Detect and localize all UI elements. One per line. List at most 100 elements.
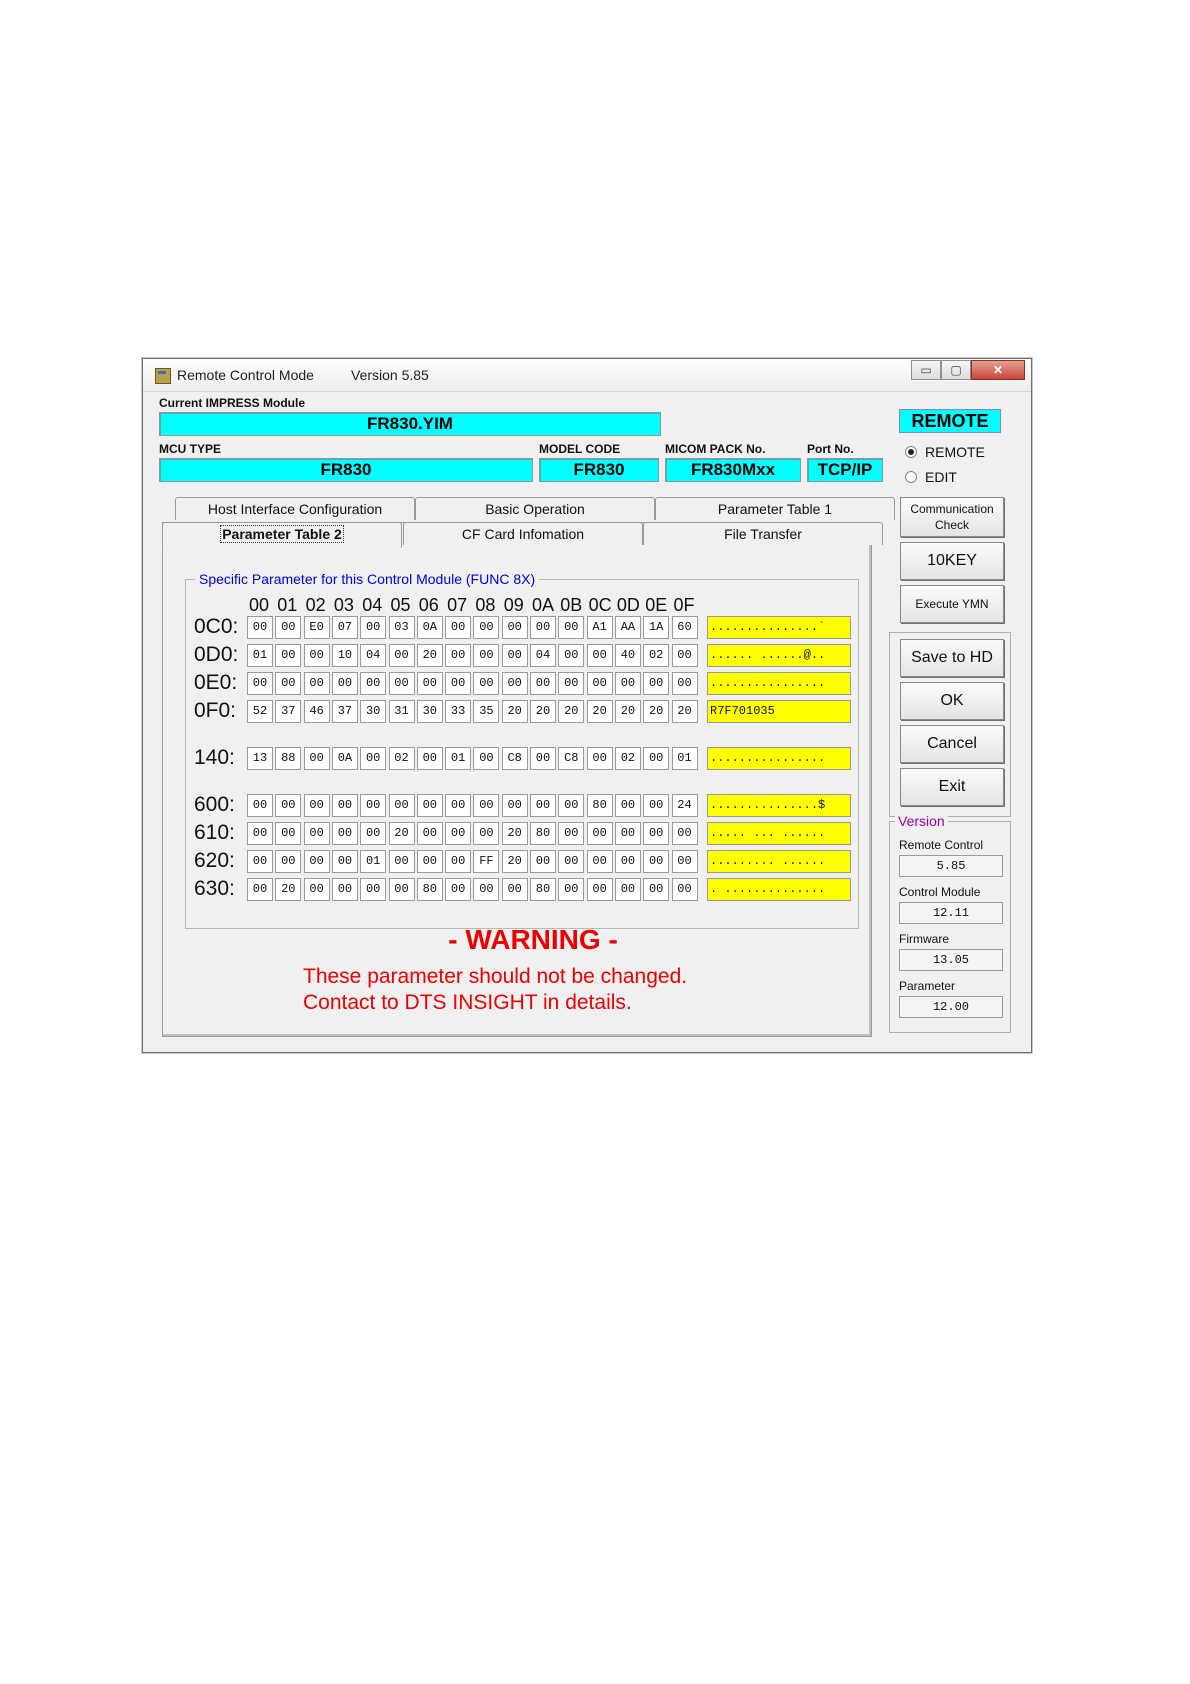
hex-cell[interactable]: 40 bbox=[614, 644, 641, 667]
hex-cell[interactable]: 00 bbox=[671, 672, 698, 695]
hex-cell[interactable]: 00 bbox=[558, 850, 585, 873]
hex-cell[interactable]: 00 bbox=[360, 747, 387, 770]
hex-cell[interactable]: 24 bbox=[671, 794, 698, 817]
hex-cell[interactable]: 00 bbox=[445, 644, 472, 667]
hex-cell[interactable]: 00 bbox=[247, 794, 273, 817]
hex-cell[interactable]: 37 bbox=[275, 700, 302, 723]
maximize-icon[interactable]: ▢ bbox=[941, 360, 971, 380]
hex-cell[interactable]: 46 bbox=[303, 700, 330, 723]
hex-cell[interactable]: 20 bbox=[501, 850, 528, 873]
hex-cell[interactable]: 00 bbox=[671, 850, 698, 873]
hex-cell[interactable]: 00 bbox=[671, 878, 698, 901]
hex-cell[interactable]: 00 bbox=[586, 878, 613, 901]
hex-cell[interactable]: 00 bbox=[416, 747, 443, 770]
hex-cell[interactable]: A1 bbox=[586, 616, 613, 639]
hex-cell[interactable]: 33 bbox=[445, 700, 472, 723]
hex-cell[interactable]: 20 bbox=[501, 700, 528, 723]
hex-cell[interactable]: 00 bbox=[643, 672, 670, 695]
hex-cell[interactable]: 00 bbox=[275, 794, 302, 817]
hex-cell[interactable]: 01 bbox=[445, 747, 472, 770]
hex-cell[interactable]: 00 bbox=[558, 822, 585, 845]
hex-cell[interactable]: 00 bbox=[247, 878, 273, 901]
exit-button[interactable]: Exit bbox=[900, 768, 1004, 806]
hex-cell[interactable]: 00 bbox=[586, 747, 613, 770]
hex-cell[interactable]: 00 bbox=[303, 794, 330, 817]
hex-cell[interactable]: 20 bbox=[614, 700, 641, 723]
cancel-button[interactable]: Cancel bbox=[900, 725, 1004, 763]
hex-cell[interactable]: C8 bbox=[558, 747, 585, 770]
hex-cell[interactable]: 60 bbox=[671, 616, 698, 639]
hex-cell[interactable]: 00 bbox=[303, 644, 330, 667]
hex-cell[interactable]: 00 bbox=[275, 672, 302, 695]
hex-cell[interactable]: 04 bbox=[360, 644, 387, 667]
hex-cell[interactable]: 00 bbox=[473, 672, 500, 695]
hex-cell[interactable]: 00 bbox=[445, 672, 472, 695]
hex-cell[interactable]: 13 bbox=[247, 747, 273, 770]
hex-cell[interactable]: 0A bbox=[331, 747, 358, 770]
hex-cell[interactable]: 00 bbox=[275, 616, 302, 639]
hex-cell[interactable]: 20 bbox=[643, 700, 670, 723]
hex-cell[interactable]: 00 bbox=[275, 850, 302, 873]
hex-cell[interactable]: 00 bbox=[614, 672, 641, 695]
hex-cell[interactable]: 31 bbox=[388, 700, 415, 723]
hex-cell[interactable]: 00 bbox=[360, 616, 387, 639]
tab-file-transfer[interactable]: File Transfer bbox=[643, 522, 883, 545]
hex-cell[interactable]: 00 bbox=[388, 794, 415, 817]
hex-cell[interactable]: 00 bbox=[360, 822, 387, 845]
edit-radio[interactable]: EDIT bbox=[905, 469, 957, 485]
hex-cell[interactable]: 00 bbox=[558, 878, 585, 901]
hex-cell[interactable]: 00 bbox=[501, 616, 528, 639]
hex-cell[interactable]: 07 bbox=[331, 616, 358, 639]
hex-cell[interactable]: 00 bbox=[530, 850, 556, 873]
tab-host-interface[interactable]: Host Interface Configuration bbox=[175, 497, 415, 520]
hex-cell[interactable]: 00 bbox=[501, 672, 528, 695]
hex-cell[interactable]: 00 bbox=[530, 616, 556, 639]
hex-cell[interactable]: 00 bbox=[671, 822, 698, 845]
minimize-icon[interactable]: ▭ bbox=[911, 360, 941, 380]
hex-cell[interactable]: E0 bbox=[303, 616, 330, 639]
hex-cell[interactable]: 00 bbox=[331, 850, 358, 873]
hex-cell[interactable]: 00 bbox=[473, 644, 500, 667]
hex-cell[interactable]: 00 bbox=[558, 616, 585, 639]
hex-cell[interactable]: 20 bbox=[388, 822, 415, 845]
tab-parameter-table-1[interactable]: Parameter Table 1 bbox=[655, 497, 895, 520]
hex-cell[interactable]: 04 bbox=[530, 644, 556, 667]
hex-cell[interactable]: 00 bbox=[445, 822, 472, 845]
hex-cell[interactable]: 00 bbox=[501, 794, 528, 817]
hex-cell[interactable]: 80 bbox=[586, 794, 613, 817]
hex-cell[interactable]: 0A bbox=[416, 616, 443, 639]
hex-cell[interactable]: FF bbox=[473, 850, 500, 873]
title-bar[interactable]: Remote Control Mode Version 5.85 ▭ ▢ ✕ bbox=[143, 359, 1031, 392]
tab-parameter-table-2[interactable]: Parameter Table 2 bbox=[162, 522, 402, 548]
hex-cell[interactable]: 00 bbox=[275, 822, 302, 845]
hex-cell[interactable]: 00 bbox=[530, 794, 556, 817]
hex-cell[interactable]: 00 bbox=[303, 747, 330, 770]
hex-cell[interactable]: 00 bbox=[558, 672, 585, 695]
hex-cell[interactable]: 20 bbox=[530, 700, 556, 723]
hex-cell[interactable]: 01 bbox=[360, 850, 387, 873]
hex-cell[interactable]: 00 bbox=[247, 822, 273, 845]
hex-cell[interactable]: 00 bbox=[247, 850, 273, 873]
hex-cell[interactable]: 00 bbox=[558, 644, 585, 667]
hex-cell[interactable]: 02 bbox=[643, 644, 670, 667]
hex-cell[interactable]: 00 bbox=[614, 850, 641, 873]
hex-cell[interactable]: 00 bbox=[473, 616, 500, 639]
hex-cell[interactable]: 00 bbox=[331, 672, 358, 695]
hex-cell[interactable]: 20 bbox=[671, 700, 698, 723]
hex-cell[interactable]: 00 bbox=[643, 794, 670, 817]
hex-cell[interactable]: 20 bbox=[501, 822, 528, 845]
hex-cell[interactable]: 03 bbox=[388, 616, 415, 639]
hex-cell[interactable]: 00 bbox=[558, 794, 585, 817]
hex-cell[interactable]: 80 bbox=[530, 878, 556, 901]
hex-cell[interactable]: 00 bbox=[614, 822, 641, 845]
hex-cell[interactable]: 37 bbox=[331, 700, 358, 723]
hex-cell[interactable]: 00 bbox=[530, 747, 556, 770]
hex-cell[interactable]: 00 bbox=[586, 672, 613, 695]
hex-cell[interactable]: 1A bbox=[643, 616, 670, 639]
hex-cell[interactable]: 00 bbox=[501, 644, 528, 667]
hex-cell[interactable]: 00 bbox=[473, 747, 500, 770]
tenkey-button[interactable]: 10KEY bbox=[900, 542, 1004, 580]
remote-radio[interactable]: REMOTE bbox=[905, 444, 985, 460]
hex-cell[interactable]: 00 bbox=[586, 850, 613, 873]
hex-cell[interactable]: 00 bbox=[416, 822, 443, 845]
